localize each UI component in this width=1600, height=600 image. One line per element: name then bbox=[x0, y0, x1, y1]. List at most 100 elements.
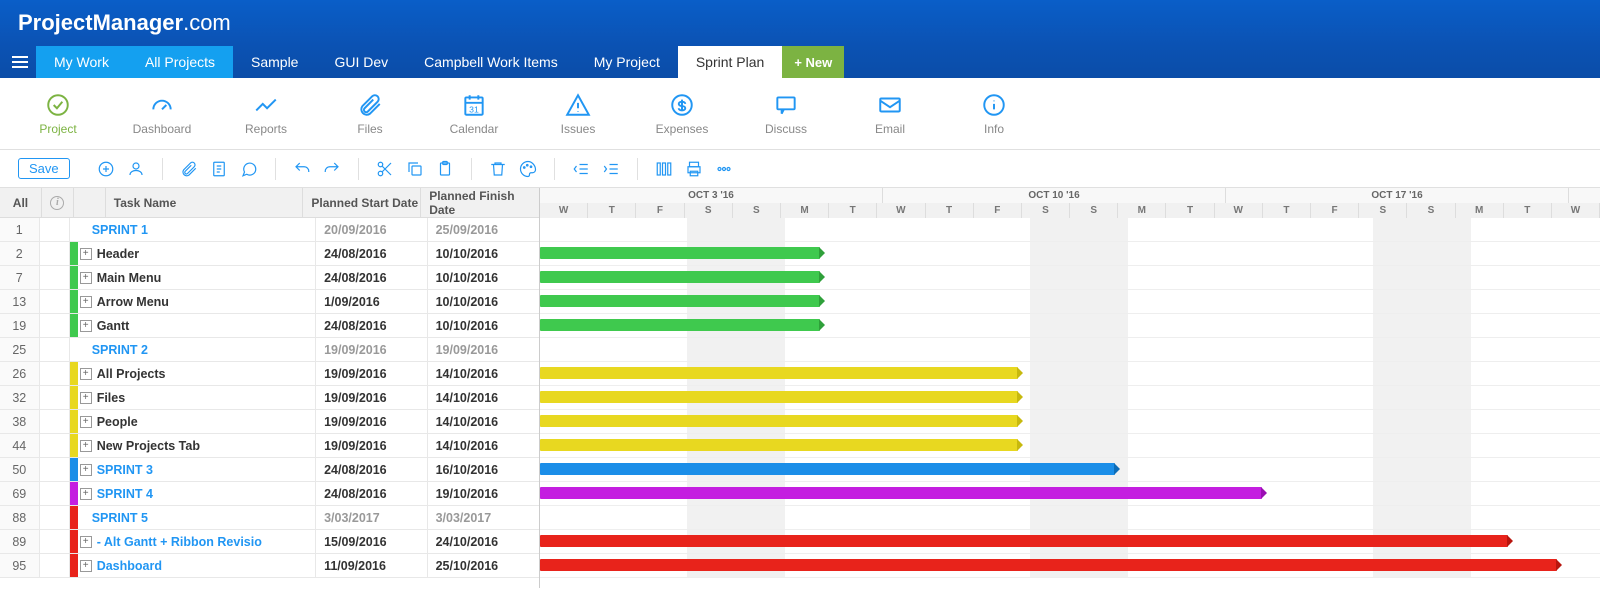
expand-icon[interactable]: + bbox=[80, 320, 92, 332]
nav-info[interactable]: Info bbox=[964, 92, 1024, 136]
task-row[interactable]: 26+All Projects19/09/201614/10/2016 bbox=[0, 362, 539, 386]
nav-issues[interactable]: Issues bbox=[548, 92, 608, 136]
tab-sample[interactable]: Sample bbox=[233, 46, 316, 78]
task-row[interactable]: 7+Main Menu24/08/201610/10/2016 bbox=[0, 266, 539, 290]
finish-date[interactable]: 19/10/2016 bbox=[428, 482, 539, 505]
redo-icon[interactable] bbox=[322, 159, 342, 179]
task-row[interactable]: 44+New Projects Tab19/09/201614/10/2016 bbox=[0, 434, 539, 458]
nav-dashboard[interactable]: Dashboard bbox=[132, 92, 192, 136]
gantt-row[interactable] bbox=[540, 482, 1600, 506]
trash-icon[interactable] bbox=[488, 159, 508, 179]
add-icon[interactable] bbox=[96, 159, 116, 179]
gantt-row[interactable] bbox=[540, 242, 1600, 266]
task-row[interactable]: 2+Header24/08/201610/10/2016 bbox=[0, 242, 539, 266]
row-info-cell[interactable] bbox=[40, 530, 70, 553]
col-header-name[interactable]: Task Name bbox=[106, 188, 304, 217]
start-date[interactable]: 24/08/2016 bbox=[316, 314, 427, 337]
note-icon[interactable] bbox=[209, 159, 229, 179]
row-number[interactable]: 88 bbox=[0, 506, 40, 529]
row-info-cell[interactable] bbox=[40, 290, 70, 313]
start-date[interactable]: 19/09/2016 bbox=[316, 410, 427, 433]
more-icon[interactable] bbox=[714, 159, 734, 179]
tab-gui-dev[interactable]: GUI Dev bbox=[316, 46, 406, 78]
task-row[interactable]: 88SPRINT 53/03/20173/03/2017 bbox=[0, 506, 539, 530]
task-row[interactable]: 19+Gantt24/08/201610/10/2016 bbox=[0, 314, 539, 338]
expand-icon[interactable]: + bbox=[80, 272, 92, 284]
columns-icon[interactable] bbox=[654, 159, 674, 179]
row-info-cell[interactable] bbox=[40, 266, 70, 289]
row-number[interactable]: 13 bbox=[0, 290, 40, 313]
nav-project[interactable]: Project bbox=[28, 92, 88, 136]
start-date[interactable]: 3/03/2017 bbox=[316, 506, 427, 529]
undo-icon[interactable] bbox=[292, 159, 312, 179]
copy-icon[interactable] bbox=[405, 159, 425, 179]
start-date[interactable]: 24/08/2016 bbox=[316, 458, 427, 481]
finish-date[interactable]: 3/03/2017 bbox=[428, 506, 539, 529]
finish-date[interactable]: 14/10/2016 bbox=[428, 362, 539, 385]
task-row[interactable]: 1SPRINT 120/09/201625/09/2016 bbox=[0, 218, 539, 242]
gantt-row[interactable] bbox=[540, 554, 1600, 578]
nav-email[interactable]: Email bbox=[860, 92, 920, 136]
tab--new[interactable]: + New bbox=[782, 46, 844, 78]
task-row[interactable]: 25SPRINT 219/09/201619/09/2016 bbox=[0, 338, 539, 362]
row-number[interactable]: 50 bbox=[0, 458, 40, 481]
comment-icon[interactable] bbox=[239, 159, 259, 179]
row-info-cell[interactable] bbox=[40, 506, 70, 529]
paperclip-icon[interactable] bbox=[179, 159, 199, 179]
gantt-row[interactable] bbox=[540, 218, 1600, 242]
tab-my-work[interactable]: My Work bbox=[36, 46, 127, 78]
row-number[interactable]: 44 bbox=[0, 434, 40, 457]
gantt-row[interactable] bbox=[540, 410, 1600, 434]
row-number[interactable]: 95 bbox=[0, 554, 40, 577]
gantt-bar[interactable] bbox=[540, 535, 1508, 547]
gantt-bar[interactable] bbox=[540, 295, 820, 307]
row-info-cell[interactable] bbox=[40, 338, 70, 361]
row-info-cell[interactable] bbox=[40, 482, 70, 505]
gantt-bar[interactable] bbox=[540, 559, 1557, 571]
row-info-cell[interactable] bbox=[40, 386, 70, 409]
start-date[interactable]: 24/08/2016 bbox=[316, 242, 427, 265]
gantt-bar[interactable] bbox=[540, 319, 820, 331]
row-number[interactable]: 1 bbox=[0, 218, 40, 241]
cut-icon[interactable] bbox=[375, 159, 395, 179]
person-icon[interactable] bbox=[126, 159, 146, 179]
finish-date[interactable]: 14/10/2016 bbox=[428, 386, 539, 409]
gantt-row[interactable] bbox=[540, 314, 1600, 338]
start-date[interactable]: 19/09/2016 bbox=[316, 434, 427, 457]
gantt-bar[interactable] bbox=[540, 271, 820, 283]
expand-icon[interactable]: + bbox=[80, 488, 92, 500]
row-info-cell[interactable] bbox=[40, 554, 70, 577]
gantt-row[interactable] bbox=[540, 362, 1600, 386]
gantt-bar[interactable] bbox=[540, 247, 820, 259]
row-info-cell[interactable] bbox=[40, 242, 70, 265]
gantt-row[interactable] bbox=[540, 530, 1600, 554]
finish-date[interactable]: 10/10/2016 bbox=[428, 314, 539, 337]
task-row[interactable]: 38+People19/09/201614/10/2016 bbox=[0, 410, 539, 434]
gantt-bar[interactable] bbox=[540, 439, 1018, 451]
col-header-finish[interactable]: Planned Finish Date bbox=[421, 188, 539, 217]
finish-date[interactable]: 24/10/2016 bbox=[428, 530, 539, 553]
start-date[interactable]: 1/09/2016 bbox=[316, 290, 427, 313]
expand-icon[interactable]: + bbox=[80, 536, 92, 548]
tab-my-project[interactable]: My Project bbox=[576, 46, 678, 78]
save-button[interactable]: Save bbox=[18, 158, 70, 179]
row-info-cell[interactable] bbox=[40, 458, 70, 481]
row-number[interactable]: 19 bbox=[0, 314, 40, 337]
print-icon[interactable] bbox=[684, 159, 704, 179]
expand-icon[interactable]: + bbox=[80, 392, 92, 404]
start-date[interactable]: 19/09/2016 bbox=[316, 338, 427, 361]
gantt-row[interactable] bbox=[540, 290, 1600, 314]
finish-date[interactable]: 25/09/2016 bbox=[428, 218, 539, 241]
start-date[interactable]: 19/09/2016 bbox=[316, 386, 427, 409]
gantt-bar[interactable] bbox=[540, 463, 1115, 475]
gantt-row[interactable] bbox=[540, 434, 1600, 458]
row-info-cell[interactable] bbox=[40, 314, 70, 337]
gantt-bar[interactable] bbox=[540, 367, 1018, 379]
start-date[interactable]: 19/09/2016 bbox=[316, 362, 427, 385]
gantt-bar[interactable] bbox=[540, 487, 1262, 499]
tab-all-projects[interactable]: All Projects bbox=[127, 46, 233, 78]
finish-date[interactable]: 16/10/2016 bbox=[428, 458, 539, 481]
nav-files[interactable]: Files bbox=[340, 92, 400, 136]
col-header-start[interactable]: Planned Start Date bbox=[303, 188, 421, 217]
row-info-cell[interactable] bbox=[40, 218, 70, 241]
